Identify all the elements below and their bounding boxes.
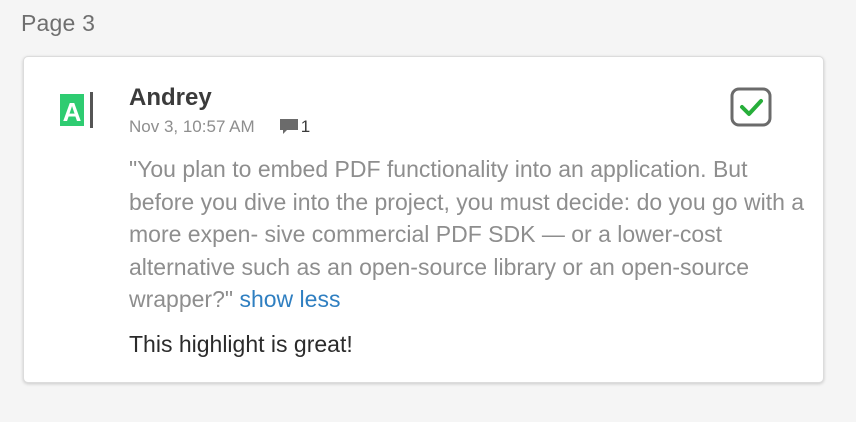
timestamp: Nov 3, 10:57 AM [129,117,255,136]
highlight-icon-letter: A [63,97,82,127]
highlight-meta: Nov 3, 10:57 AM 1 [129,117,310,137]
show-less-link[interactable]: show less [239,286,340,312]
resolve-checkbox[interactable] [730,87,774,129]
comment-count[interactable]: 1 [301,117,310,137]
page-label: Page 3 [21,10,96,36]
highlight-card: A Andrey Nov 3, 10:57 AM 1 "You plan to … [23,56,824,383]
comment-icon[interactable] [279,118,299,136]
text-highlight-icon: A [60,92,93,128]
highlight-note: This highlight is great! [129,331,353,357]
author-name: Andrey [129,84,212,111]
quote-text: "You plan to embed PDF functionality int… [129,156,805,312]
highlight-quote: "You plan to embed PDF functionality int… [129,153,809,316]
